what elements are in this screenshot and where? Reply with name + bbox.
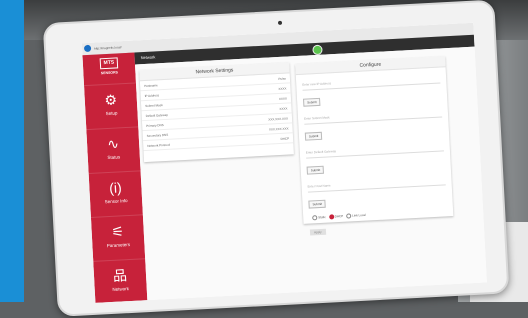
logo-subtitle: SENSORS: [100, 70, 119, 76]
submit-button[interactable]: Submit: [306, 165, 325, 175]
radio-button[interactable]: [346, 213, 352, 219]
settings-value: DHCP: [280, 136, 290, 141]
settings-key: Network Protocol: [147, 142, 171, 148]
sidebar-item-sensor-info[interactable]: (i) Sensor Info: [88, 170, 143, 218]
info-icon: (i): [108, 179, 123, 196]
config-input[interactable]: Enter Host Name: [307, 175, 446, 193]
sidebar-item-setup[interactable]: ⚙ Setup: [84, 82, 139, 131]
sidebar-item-status[interactable]: ∿ Status: [86, 126, 141, 175]
radio-label: Static: [318, 214, 326, 220]
submit-button[interactable]: Submit: [308, 199, 327, 209]
sidebar-item-parameters[interactable]: ⚟ Parameters: [90, 214, 146, 262]
radio-button[interactable]: [328, 214, 334, 220]
submit-button[interactable]: Submit: [303, 97, 321, 107]
connection-status-indicator: [312, 44, 323, 56]
background-blue-panel: [0, 0, 24, 302]
apply-button[interactable]: Apply: [309, 228, 326, 236]
camera-icon: [277, 20, 283, 25]
settings-key: Hostname: [144, 83, 158, 89]
config-input[interactable]: Enter new IP Address: [302, 73, 441, 91]
laptop: http://magnetic.local/ MTS SENSORS ⚙ Set…: [28, 0, 528, 317]
radio-label: Link Local: [352, 212, 366, 218]
configure-title: Configure: [295, 56, 446, 76]
logo-mark: MTS: [99, 57, 119, 70]
sidebar-item-network[interactable]: 品 Network: [93, 258, 148, 303]
config-input[interactable]: Enter Subnet Mask: [303, 107, 443, 125]
radio-button[interactable]: [312, 215, 318, 221]
pulse-icon: ∿: [106, 135, 120, 153]
network-icon: 品: [112, 267, 128, 284]
settings-value: XXX.XXX.XXX: [268, 116, 289, 122]
network-settings-panel: Network Settings Hostname Pulse IP Address…: [139, 62, 294, 163]
main-content: Network Settings Hostname Pulse IP Address…: [134, 46, 487, 301]
laptop-screen: http://magnetic.local/ MTS SENSORS ⚙ Set…: [81, 22, 487, 303]
browser-icon[interactable]: [83, 44, 92, 53]
settings-key: IP Address: [144, 93, 160, 99]
config-input[interactable]: Enter Default Gateway: [305, 141, 444, 159]
protocol-radio-group: Static DHCP Link Local: [309, 208, 447, 221]
settings-key: Default Gateway: [145, 112, 168, 118]
sliders-icon: ⚟: [111, 223, 125, 240]
settings-key: Primary DNS: [146, 123, 164, 128]
settings-key: Secondary DNS: [146, 132, 169, 138]
gear-icon: ⚙: [104, 91, 118, 109]
settings-value: Pulse: [278, 76, 287, 81]
brand-logo: MTS SENSORS: [89, 57, 130, 83]
settings-key: Subnet Mask: [145, 103, 163, 108]
settings-value: XXXX: [278, 86, 287, 91]
submit-button[interactable]: Submit: [304, 131, 323, 141]
page-title: Network: [140, 54, 156, 61]
settings-value: XXXX: [279, 106, 288, 111]
settings-value: XXXX: [278, 96, 288, 101]
settings-value: XXX.XXX.XXX: [268, 126, 289, 132]
configure-panel: Configure Enter new IP Address Submit Ente…: [295, 56, 454, 236]
radio-label: DHCP: [334, 214, 344, 219]
